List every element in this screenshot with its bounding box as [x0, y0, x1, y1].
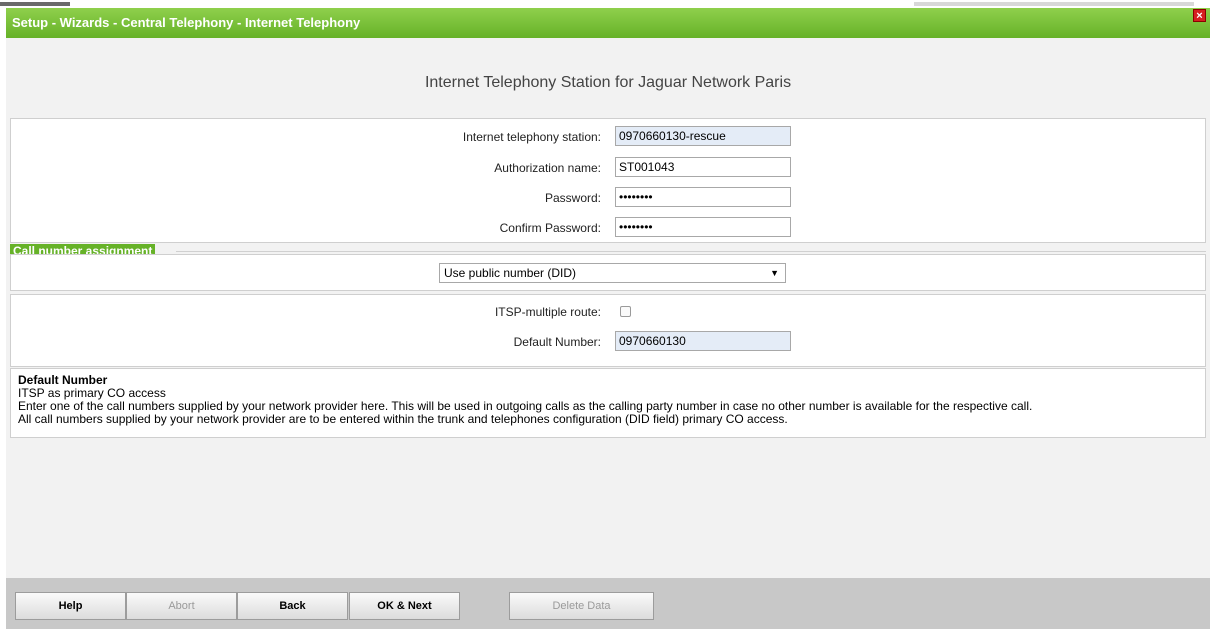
- password-row: Password:: [11, 187, 1205, 209]
- top-strip-bar: [0, 2, 70, 6]
- help-line: All call numbers supplied by your networ…: [18, 412, 788, 426]
- ok-next-button[interactable]: OK & Next: [349, 592, 460, 620]
- station-panel: Internet telephony station: Authorizatio…: [10, 118, 1206, 243]
- default-number-label: Default Number:: [513, 335, 601, 349]
- top-strip: [0, 0, 1212, 8]
- authorization-label: Authorization name:: [494, 161, 601, 175]
- confirm-password-input[interactable]: [615, 217, 791, 237]
- call-number-assignment-select[interactable]: Use public number (DID) ▼: [439, 263, 786, 283]
- button-bar: Help Abort Back OK & Next Delete Data: [6, 578, 1210, 629]
- abort-button[interactable]: Abort: [126, 592, 237, 620]
- password-input[interactable]: [615, 187, 791, 207]
- confirm-password-label: Confirm Password:: [499, 221, 601, 235]
- itsp-multiple-route-checkbox[interactable]: [620, 306, 631, 317]
- close-icon[interactable]: ×: [1193, 9, 1206, 22]
- assignment-select-panel: Use public number (DID) ▼: [10, 254, 1206, 291]
- help-button[interactable]: Help: [15, 592, 126, 620]
- default-number-panel: ITSP-multiple route: Default Number:: [10, 294, 1206, 367]
- default-number-input[interactable]: [615, 331, 791, 351]
- station-row: Internet telephony station:: [11, 126, 1205, 148]
- delete-data-button[interactable]: Delete Data: [509, 592, 654, 620]
- section-divider: [176, 251, 1206, 252]
- window-title: Setup - Wizards - Central Telephony - In…: [12, 15, 361, 30]
- default-number-row: Default Number:: [11, 331, 1205, 353]
- station-label: Internet telephony station:: [462, 130, 601, 144]
- confirm-password-row: Confirm Password:: [11, 217, 1205, 239]
- itsp-multiple-route-row: ITSP-multiple route:: [11, 301, 1205, 323]
- authorization-name-input[interactable]: [615, 157, 791, 177]
- wizard-content: Internet Telephony Station for Jaguar Ne…: [6, 38, 1210, 578]
- authorization-row: Authorization name:: [11, 157, 1205, 179]
- help-title: Default Number: [18, 373, 108, 387]
- password-label: Password:: [544, 191, 601, 205]
- itsp-multiple-route-label: ITSP-multiple route:: [494, 305, 601, 319]
- help-panel: Default Number ITSP as primary CO access…: [10, 368, 1206, 438]
- select-value: Use public number (DID): [444, 266, 577, 280]
- dropdown-arrow-icon: ▼: [770, 268, 779, 278]
- top-strip-faint-bar: [914, 2, 1194, 6]
- window-titlebar: Setup - Wizards - Central Telephony - In…: [6, 8, 1210, 38]
- page-title: Internet Telephony Station for Jaguar Ne…: [424, 74, 792, 91]
- back-button[interactable]: Back: [237, 592, 348, 620]
